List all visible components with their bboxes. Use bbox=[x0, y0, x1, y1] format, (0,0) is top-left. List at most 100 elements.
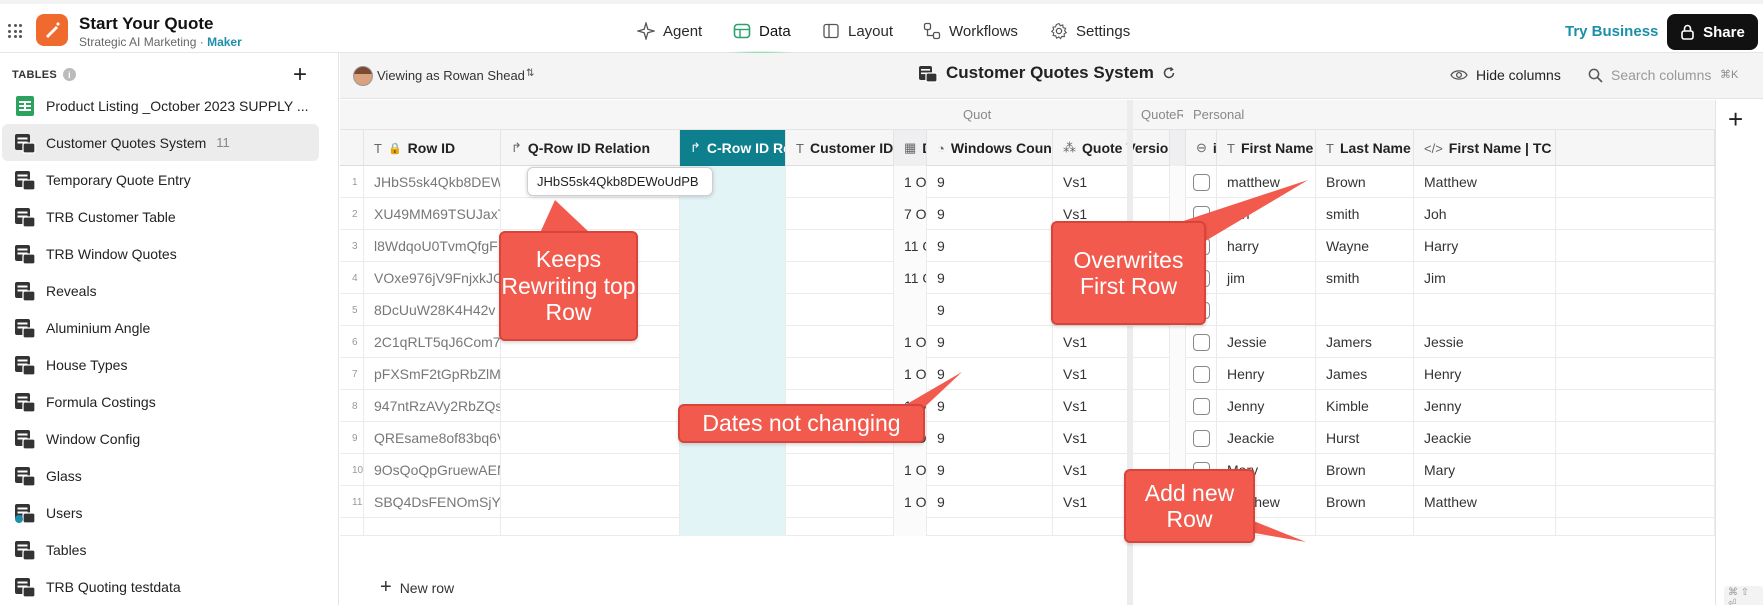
cell-last-name[interactable]: Brown bbox=[1316, 486, 1414, 518]
sidebar-item[interactable]: Temporary Quote Entry bbox=[2, 161, 319, 198]
sidebar-item[interactable]: Reveals bbox=[2, 272, 319, 309]
hide-columns-button[interactable]: Hide columns bbox=[1450, 67, 1561, 83]
sidebar-item[interactable]: Aluminium Angle bbox=[2, 309, 319, 346]
nav-settings[interactable]: Settings bbox=[1050, 22, 1130, 40]
cell-last-name[interactable]: Jamers bbox=[1316, 326, 1414, 358]
column-header-date[interactable]: ▦D bbox=[894, 130, 927, 166]
nav-agent[interactable]: Agent bbox=[637, 22, 702, 40]
chevron-updown-icon[interactable]: ⇅ bbox=[526, 68, 534, 79]
row-checkbox[interactable] bbox=[1193, 429, 1210, 447]
cell-quote-version[interactable]: Vs1 bbox=[1053, 422, 1170, 454]
cell-q-row-id-relation[interactable] bbox=[501, 486, 680, 518]
column-header-first-name-tc[interactable]: </> First Name | TC bbox=[1414, 130, 1556, 166]
cell-is-flag[interactable] bbox=[1186, 166, 1217, 198]
cell-last-name[interactable]: James bbox=[1316, 358, 1414, 390]
cell-windows-count[interactable]: 9 bbox=[927, 390, 1053, 422]
cell-date[interactable]: 1 Oc bbox=[894, 486, 927, 518]
cell-c-row-id-relation[interactable] bbox=[680, 486, 786, 518]
cell-is-flag[interactable] bbox=[1186, 326, 1217, 358]
cell-quote-version[interactable]: Vs1 bbox=[1053, 166, 1170, 198]
column-header-first-name[interactable]: T First Name bbox=[1217, 130, 1316, 166]
app-title[interactable]: Start Your Quote bbox=[79, 14, 213, 34]
cell-last-name[interactable]: Hurst bbox=[1316, 422, 1414, 454]
sidebar-item[interactable]: Users bbox=[2, 494, 319, 531]
cell-last-name[interactable]: Wayne bbox=[1316, 230, 1414, 262]
cell-first-name-tc[interactable]: Joh bbox=[1414, 198, 1556, 230]
sidebar-item[interactable]: Product Listing _October 2023 SUPPLY ... bbox=[2, 87, 319, 124]
table-row[interactable]: 109OsQoQpGruewAEMNt1 Oc9Vs1MaryBrownMary bbox=[340, 454, 1715, 486]
cell-row-id[interactable]: 947ntRzAVy2RbZQsabl bbox=[364, 390, 501, 422]
cell-row-id[interactable]: 2C1qRLT5qJ6Com7sas bbox=[364, 326, 501, 358]
row-checkbox[interactable] bbox=[1193, 397, 1210, 415]
cell-date[interactable] bbox=[894, 294, 927, 326]
row-checkbox[interactable] bbox=[1193, 205, 1210, 223]
cell-last-name[interactable]: smith bbox=[1316, 198, 1414, 230]
cell-row-id[interactable]: SBQ4DsFENOmSjYwAc bbox=[364, 486, 501, 518]
row-checkbox[interactable] bbox=[1193, 365, 1210, 383]
cell-last-name[interactable]: Brown bbox=[1316, 454, 1414, 486]
info-icon[interactable]: i bbox=[62, 68, 76, 81]
cell-windows-count[interactable]: 9 bbox=[927, 486, 1053, 518]
column-header-q-row-id-relation[interactable]: ↱ Q-Row ID Relation bbox=[501, 130, 680, 166]
cell-c-row-id-relation[interactable] bbox=[680, 358, 786, 390]
cell-first-name-tc[interactable]: Matthew bbox=[1414, 166, 1556, 198]
relation-value-popup[interactable]: JHbS5sk4Qkb8DEWoUdPB bbox=[527, 167, 713, 196]
cell-row-id[interactable]: XU49MM69TSUJaxTg\ bbox=[364, 198, 501, 230]
cell-first-name-tc[interactable]: Jim bbox=[1414, 262, 1556, 294]
cell-c-row-id-relation[interactable] bbox=[680, 294, 786, 326]
cell-q-row-id-relation[interactable] bbox=[501, 422, 680, 454]
cell-row-id[interactable]: l8WdqoU0TvmQfgF bbox=[364, 230, 501, 262]
cell-date[interactable]: 11 Oc bbox=[894, 262, 927, 294]
cell-windows-count[interactable]: 9 bbox=[927, 198, 1053, 230]
column-header-is-flag[interactable]: ⊖is bbox=[1186, 130, 1217, 166]
new-row-button[interactable]: + New row bbox=[380, 576, 454, 599]
add-table-button[interactable]: + bbox=[293, 61, 307, 89]
cell-windows-count[interactable]: 9 bbox=[927, 454, 1053, 486]
column-header-c-row-id-relation[interactable]: ↱ C-Row ID Relat bbox=[680, 130, 786, 166]
cell-first-name[interactable]: Joh bbox=[1217, 198, 1316, 230]
cell-row-id[interactable]: JHbS5sk4Qkb8DEWoU bbox=[364, 166, 501, 198]
sidebar-item[interactable]: TRB Customer Table bbox=[2, 198, 319, 235]
table-row[interactable]: 2XU49MM69TSUJaxTg\7 Oc9Vs1JohsmithJoh bbox=[340, 198, 1715, 230]
cell-row-id[interactable]: 8DcUuW28K4H42v bbox=[364, 294, 501, 326]
cell-customer-id[interactable] bbox=[786, 454, 894, 486]
table-row[interactable]: 8947ntRzAVy2RbZQsabl1 Oc9Vs1JennyKimbleJ… bbox=[340, 390, 1715, 422]
cell-quote-version[interactable]: Vs1 bbox=[1053, 326, 1170, 358]
nav-layout[interactable]: Layout bbox=[822, 22, 893, 40]
sidebar-item[interactable]: Formula Costings bbox=[2, 383, 319, 420]
cell-last-name[interactable]: smith bbox=[1316, 262, 1414, 294]
cell-is-flag[interactable] bbox=[1186, 358, 1217, 390]
cell-first-name[interactable]: harry bbox=[1217, 230, 1316, 262]
try-business-link[interactable]: Try Business bbox=[1565, 23, 1658, 40]
nav-data[interactable]: Data bbox=[733, 22, 791, 40]
sidebar-item[interactable]: Customer Quotes System 11 bbox=[2, 124, 319, 161]
sidebar-item[interactable]: Tables bbox=[2, 531, 319, 568]
search-columns-input[interactable]: Search columns bbox=[1588, 67, 1711, 83]
app-logo-icon[interactable] bbox=[36, 14, 68, 46]
cell-first-name-tc[interactable] bbox=[1414, 294, 1556, 326]
cell-first-name-tc[interactable]: Mary bbox=[1414, 454, 1556, 486]
cell-windows-count[interactable]: 9 bbox=[927, 422, 1053, 454]
column-header-quote-version[interactable]: ⁂ Quote Version bbox=[1053, 130, 1170, 166]
cell-windows-count[interactable]: 9 bbox=[927, 166, 1053, 198]
cell-q-row-id-relation[interactable] bbox=[501, 358, 680, 390]
cell-q-row-id-relation[interactable] bbox=[501, 198, 680, 230]
cell-customer-id[interactable] bbox=[786, 486, 894, 518]
cell-quote-version[interactable]: Vs1 bbox=[1053, 390, 1170, 422]
cell-date[interactable]: 7 Oc bbox=[894, 198, 927, 230]
row-checkbox[interactable] bbox=[1193, 333, 1210, 351]
cell-customer-id[interactable] bbox=[786, 198, 894, 230]
refresh-icon[interactable] bbox=[1162, 66, 1176, 80]
cell-quote-version[interactable]: Vs1 bbox=[1053, 358, 1170, 390]
cell-c-row-id-relation[interactable] bbox=[680, 230, 786, 262]
cell-date[interactable]: 1 Oc bbox=[894, 166, 927, 198]
cell-date[interactable]: 1 Oc bbox=[894, 326, 927, 358]
cell-first-name-tc[interactable]: Jeackie bbox=[1414, 422, 1556, 454]
cell-first-name[interactable]: Jessie bbox=[1217, 326, 1316, 358]
cell-windows-count[interactable]: 9 bbox=[927, 262, 1053, 294]
cell-customer-id[interactable] bbox=[786, 166, 894, 198]
cell-row-id[interactable]: VOxe976jV9FnjxkJC bbox=[364, 262, 501, 294]
cell-customer-id[interactable] bbox=[786, 230, 894, 262]
viewing-as-selector[interactable]: Viewing as Rowan Shead bbox=[377, 68, 525, 83]
share-button[interactable]: Share bbox=[1667, 14, 1758, 50]
